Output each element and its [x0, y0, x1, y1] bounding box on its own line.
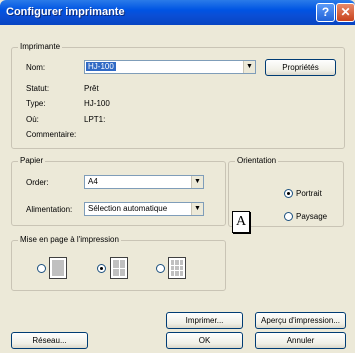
status-value: Prêt: [84, 84, 99, 93]
status-label: Statut:: [26, 84, 50, 93]
printer-name-value: HJ-100: [86, 62, 116, 71]
layout-9-pages-radio[interactable]: [156, 264, 165, 273]
type-value: HJ-100: [84, 99, 110, 108]
portrait-radio[interactable]: [284, 189, 293, 198]
order-label: Order:: [26, 178, 49, 187]
paper-group: Papier: [11, 156, 226, 226]
paper-group-label: Papier: [18, 156, 46, 165]
where-value: LPT1:: [84, 115, 106, 124]
layout-1-page-radio[interactable]: [37, 264, 46, 273]
print-button[interactable]: Imprimer...: [166, 312, 243, 329]
four-pages-icon: [110, 257, 128, 279]
landscape-radio[interactable]: [284, 212, 293, 221]
printer-group-label: Imprimante: [18, 42, 63, 51]
properties-button[interactable]: Propriétés: [265, 59, 336, 76]
dialog-title: Configurer imprimante: [6, 6, 125, 18]
feed-label: Alimentation:: [26, 205, 73, 214]
close-button[interactable]: ✕: [336, 3, 355, 22]
chevron-down-icon[interactable]: ▼: [191, 176, 203, 188]
network-button[interactable]: Réseau...: [11, 332, 88, 349]
print-layout-group-label: Mise en page à l'impression: [18, 235, 121, 244]
paper-size-select[interactable]: A4 ▼: [84, 175, 204, 189]
layout-4-pages-radio[interactable]: [97, 264, 106, 273]
portrait-label[interactable]: Portrait: [296, 189, 322, 198]
printer-setup-dialog: Configurer imprimante ? ✕ Imprimante Nom…: [0, 0, 355, 353]
paper-source-select[interactable]: Sélection automatique ▼: [84, 202, 204, 216]
title-bar[interactable]: Configurer imprimante ? ✕: [0, 0, 355, 25]
type-label: Type:: [26, 99, 46, 108]
paper-source-value: Sélection automatique: [88, 204, 168, 213]
help-button[interactable]: ?: [316, 3, 335, 22]
chevron-down-icon[interactable]: ▼: [191, 203, 203, 215]
orientation-preview-icon: A: [232, 211, 250, 233]
landscape-label[interactable]: Paysage: [296, 212, 327, 221]
name-label: Nom:: [26, 63, 46, 72]
printer-name-select[interactable]: HJ-100 ▼: [84, 60, 256, 74]
paper-size-value: A4: [88, 177, 98, 186]
comment-label: Commentaire:: [26, 130, 77, 139]
orientation-group-label: Orientation: [235, 156, 279, 165]
ok-button[interactable]: OK: [166, 332, 243, 349]
where-label: Où:: [26, 115, 39, 124]
one-page-icon: [49, 257, 67, 279]
cancel-button[interactable]: Annuler: [255, 332, 346, 349]
nine-pages-icon: [168, 257, 186, 279]
chevron-down-icon[interactable]: ▼: [243, 61, 255, 73]
print-preview-button[interactable]: Aperçu d'impression...: [255, 312, 346, 329]
